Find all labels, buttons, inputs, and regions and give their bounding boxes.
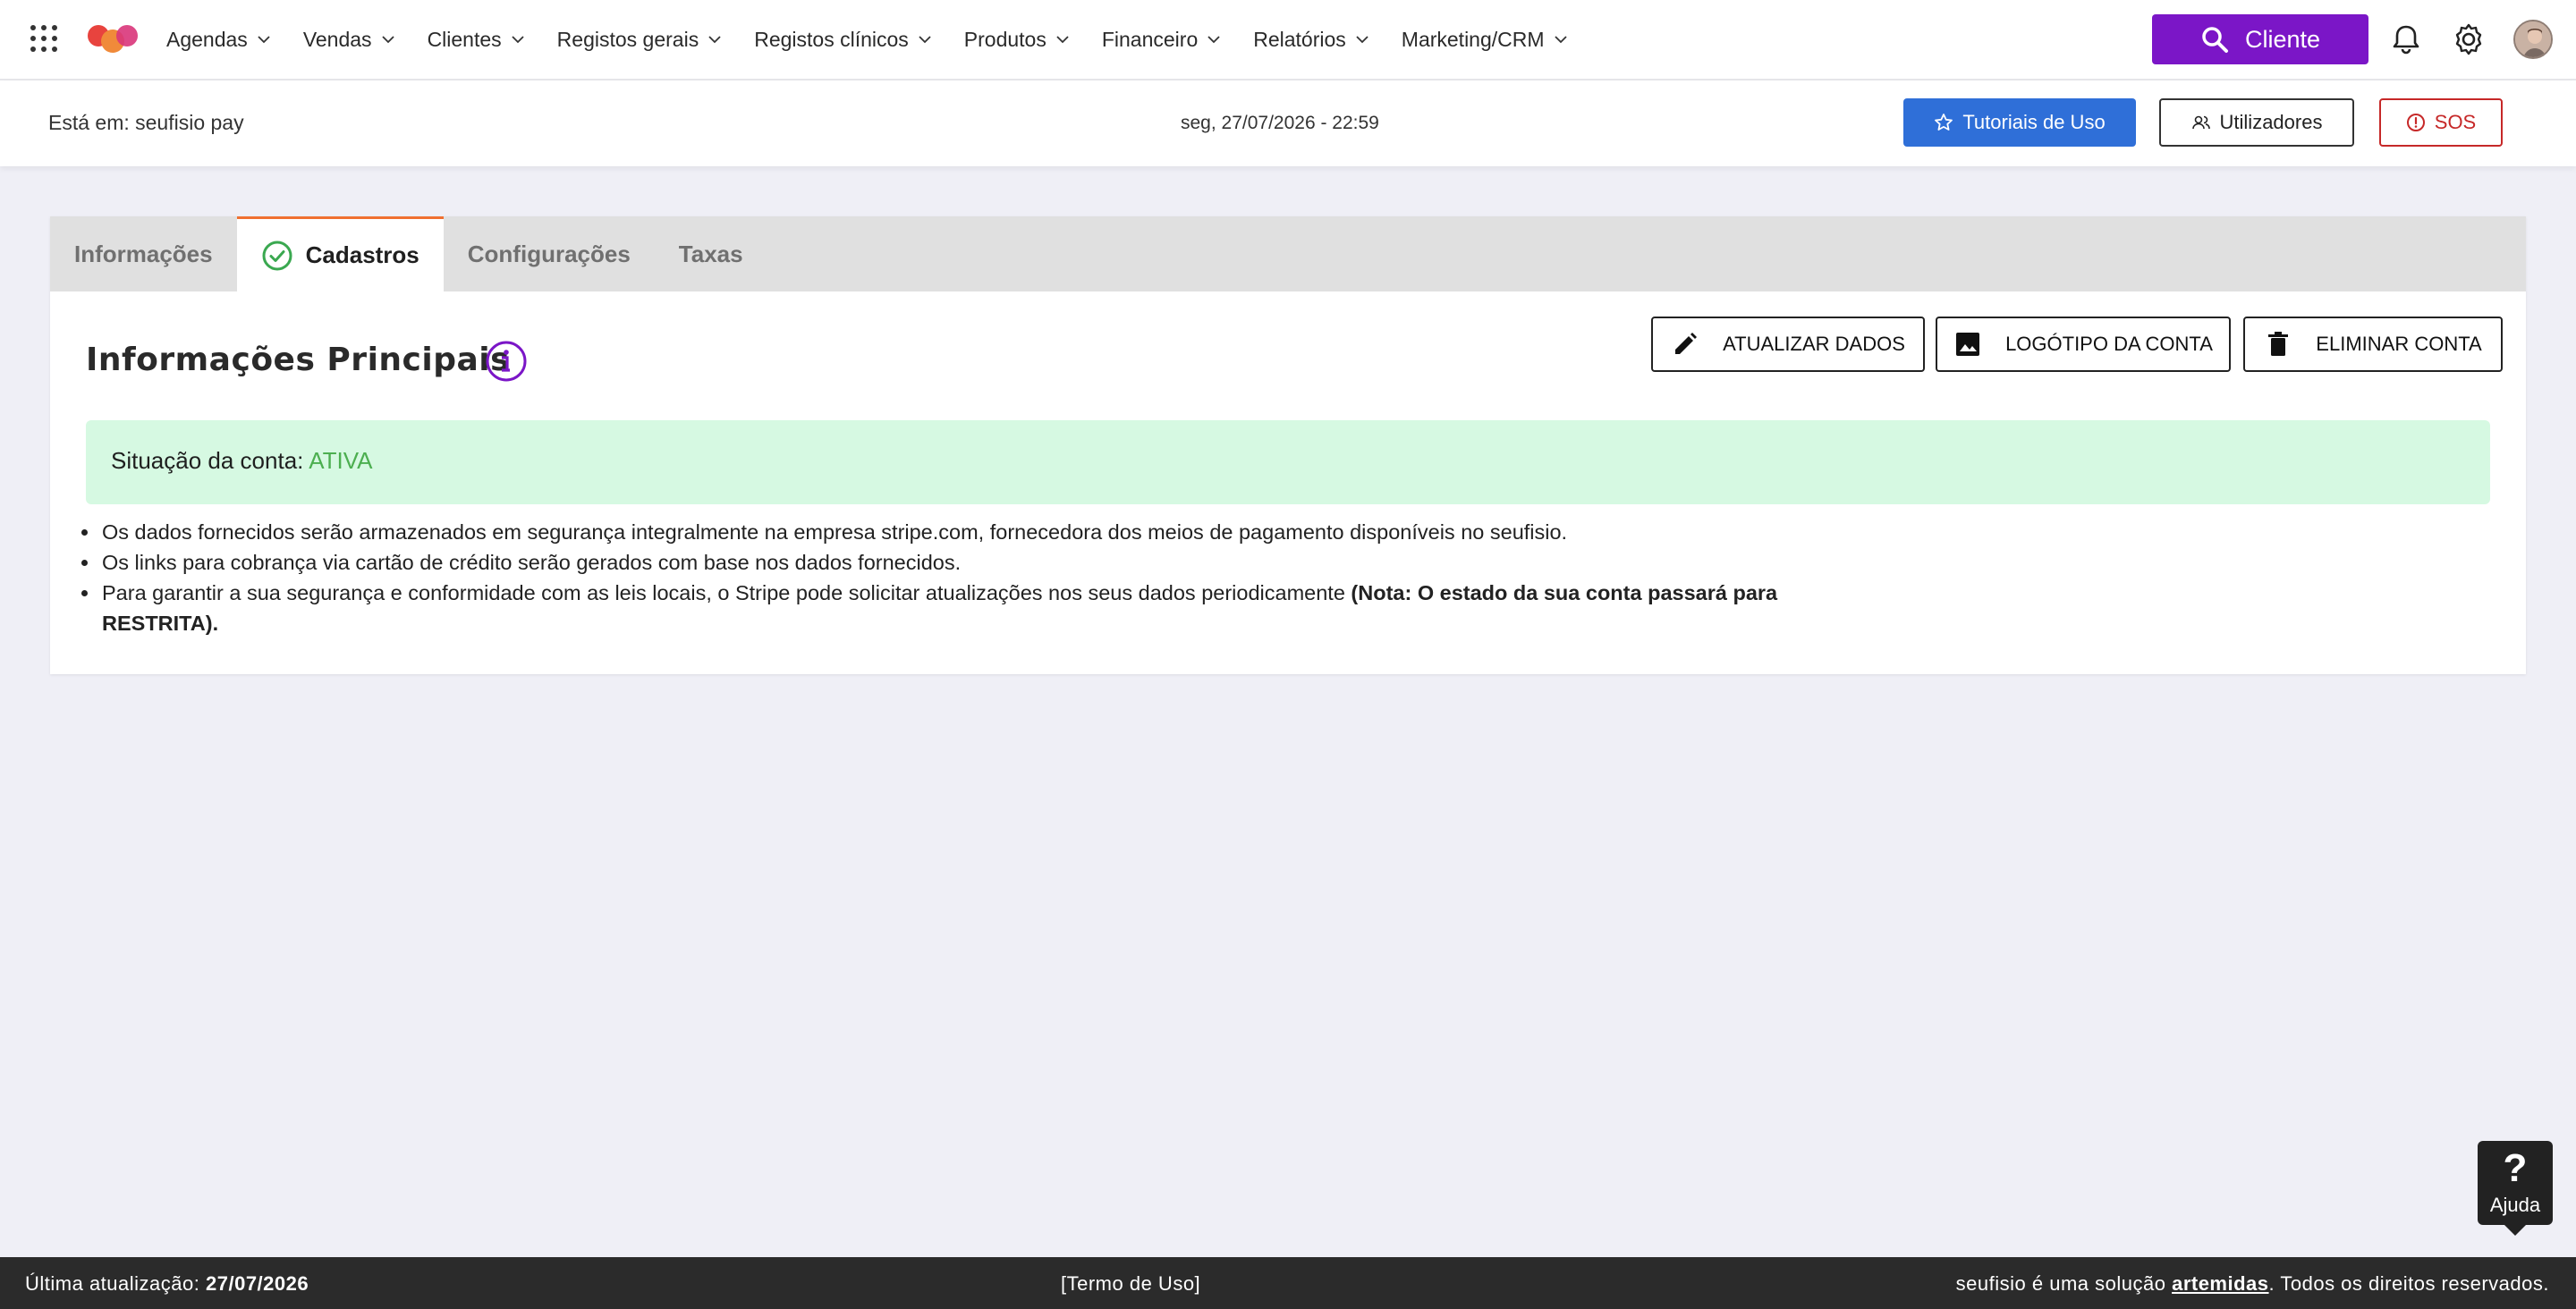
copyright-prefix: seufisio é uma solução — [1955, 1272, 2166, 1295]
pencil-icon — [1675, 333, 1698, 354]
nav-marketing-crm-label: Marketing/CRM — [1401, 27, 1545, 51]
tab-taxas[interactable]: Taxas — [655, 216, 767, 291]
copyright-suffix: . Todos os direitos reservados. — [2268, 1272, 2549, 1295]
star-icon — [1935, 114, 1953, 131]
tutorials-button[interactable]: Tutoriais de Uso — [1903, 98, 2136, 147]
tab-configuracoes[interactable]: Configurações — [444, 216, 655, 291]
copyright: seufisio é uma solução artemidas. Todos … — [1956, 1272, 2549, 1296]
last-update-label: Última atualização: — [25, 1272, 200, 1295]
delete-account-button[interactable]: ELIMINAR CONTA — [2243, 317, 2503, 372]
nav-clientes-label: Clientes — [427, 27, 502, 51]
search-icon — [2202, 27, 2228, 53]
client-search-label: Cliente — [2244, 25, 2321, 53]
users-button[interactable]: Utilizadores — [2159, 98, 2354, 147]
users-icon — [2191, 115, 2210, 130]
help-button[interactable]: ? Ajuda — [2478, 1141, 2553, 1236]
nav-registos-gerais[interactable]: Registos gerais — [557, 28, 724, 52]
info-notes: Os dados fornecidos serão armazenados em… — [100, 517, 1800, 638]
chevron-down-icon — [512, 36, 524, 44]
list-item: Os dados fornecidos serão armazenados em… — [100, 517, 1800, 547]
nav-marketing-crm[interactable]: Marketing/CRM — [1402, 28, 1570, 52]
bell-icon[interactable] — [2388, 21, 2424, 57]
nav-financeiro-label: Financeiro — [1101, 27, 1199, 51]
nav-registos-clinicos[interactable]: Registos clínicos — [754, 28, 934, 52]
chevron-down-icon — [919, 36, 931, 44]
tab-taxas-label: Taxas — [678, 240, 743, 267]
nav-registos-gerais-label: Registos gerais — [556, 27, 699, 51]
tab-cadastros[interactable]: Cadastros — [236, 216, 444, 291]
help-label: Ajuda — [2489, 1194, 2541, 1216]
account-status-text: Situação da conta: ATIVA — [111, 447, 372, 475]
nav-relatorios-label: Relatórios — [1253, 27, 1346, 51]
chevron-down-icon — [1356, 36, 1368, 44]
tab-configuracoes-label: Configurações — [467, 240, 631, 267]
sos-label: SOS — [2434, 111, 2477, 133]
status-badge: ATIVA — [309, 447, 373, 474]
seufisio-logo[interactable] — [86, 21, 140, 57]
nav-registos-clinicos-label: Registos clínicos — [754, 27, 909, 51]
users-label: Utilizadores — [2219, 111, 2323, 133]
tutorials-label: Tutoriais de Uso — [1962, 111, 2106, 133]
chevron-down-icon — [1056, 36, 1069, 44]
user-avatar[interactable] — [2513, 20, 2553, 59]
nav-relatorios[interactable]: Relatórios — [1253, 28, 1371, 52]
nav-agendas-label: Agendas — [166, 27, 248, 51]
update-data-label: ATUALIZAR DADOS — [1723, 333, 1905, 355]
nav-financeiro[interactable]: Financeiro — [1102, 28, 1223, 52]
delete-account-label: ELIMINAR CONTA — [2316, 333, 2482, 355]
gear-icon[interactable] — [2451, 21, 2487, 57]
chevron-down-icon — [1554, 36, 1567, 44]
list-item: Os links para cobrança via cartão de cré… — [100, 547, 1800, 578]
chevron-down-icon — [1208, 36, 1220, 44]
last-update: Última atualização: 27/07/2026 — [25, 1272, 309, 1296]
nav-clientes[interactable]: Clientes — [428, 28, 527, 52]
chevron-down-icon — [708, 36, 721, 44]
top-navigation-bar: Agendas Vendas Clientes Registos gerais … — [0, 0, 2576, 80]
update-data-button[interactable]: ATUALIZAR DADOS — [1651, 317, 1925, 372]
status-label: Situação da conta: — [111, 447, 304, 474]
nav-vendas[interactable]: Vendas — [303, 28, 397, 52]
note-text: Para garantir a sua segurança e conformi… — [102, 581, 1352, 604]
apps-grid-icon[interactable] — [29, 23, 59, 54]
tab-bar: Informações Cadastros Configurações Taxa… — [50, 216, 2526, 291]
terms-link[interactable]: [Termo de Uso] — [1061, 1272, 1200, 1296]
section-title: Informações Principais — [86, 342, 511, 378]
sub-header: Está em: seufisio pay seg, 27/07/2026 - … — [0, 80, 2576, 166]
tab-cadastros-label: Cadastros — [305, 241, 419, 268]
artemidas-link[interactable]: artemidas — [2172, 1272, 2268, 1295]
nav-vendas-label: Vendas — [302, 27, 372, 51]
account-card: Informações Cadastros Configurações Taxa… — [50, 216, 2526, 674]
check-circle-icon — [262, 241, 292, 270]
client-search-button[interactable]: Cliente — [2152, 14, 2368, 64]
nav-produtos[interactable]: Produtos — [964, 28, 1072, 52]
trash-icon — [2268, 332, 2289, 356]
alert-circle-icon — [2406, 114, 2425, 131]
current-datetime: seg, 27/07/2026 - 22:59 — [1181, 113, 1379, 133]
image-icon — [1956, 333, 1980, 356]
account-logo-label: LOGÓTIPO DA CONTA — [2005, 333, 2213, 355]
info-icon[interactable] — [485, 340, 528, 383]
account-status-banner: Situação da conta: ATIVA — [86, 420, 2490, 504]
nav-agendas[interactable]: Agendas — [166, 28, 273, 52]
list-item: Para garantir a sua segurança e conformi… — [100, 578, 1800, 638]
last-update-date: 27/07/2026 — [206, 1272, 309, 1295]
question-mark-icon: ? — [2503, 1146, 2528, 1190]
breadcrumb: Está em: seufisio pay — [48, 111, 244, 134]
chevron-down-icon — [381, 36, 394, 44]
main-menu: Agendas Vendas Clientes Registos gerais … — [166, 0, 1600, 79]
chevron-down-icon — [258, 36, 270, 44]
account-logo-button[interactable]: LOGÓTIPO DA CONTA — [1936, 317, 2231, 372]
sos-button[interactable]: SOS — [2379, 98, 2503, 147]
tab-informacoes[interactable]: Informações — [50, 216, 237, 291]
nav-produtos-label: Produtos — [963, 27, 1046, 51]
footer: Última atualização: 27/07/2026 [Termo de… — [0, 1257, 2576, 1309]
tab-informacoes-label: Informações — [74, 240, 213, 267]
user-photo-icon — [2515, 21, 2551, 57]
